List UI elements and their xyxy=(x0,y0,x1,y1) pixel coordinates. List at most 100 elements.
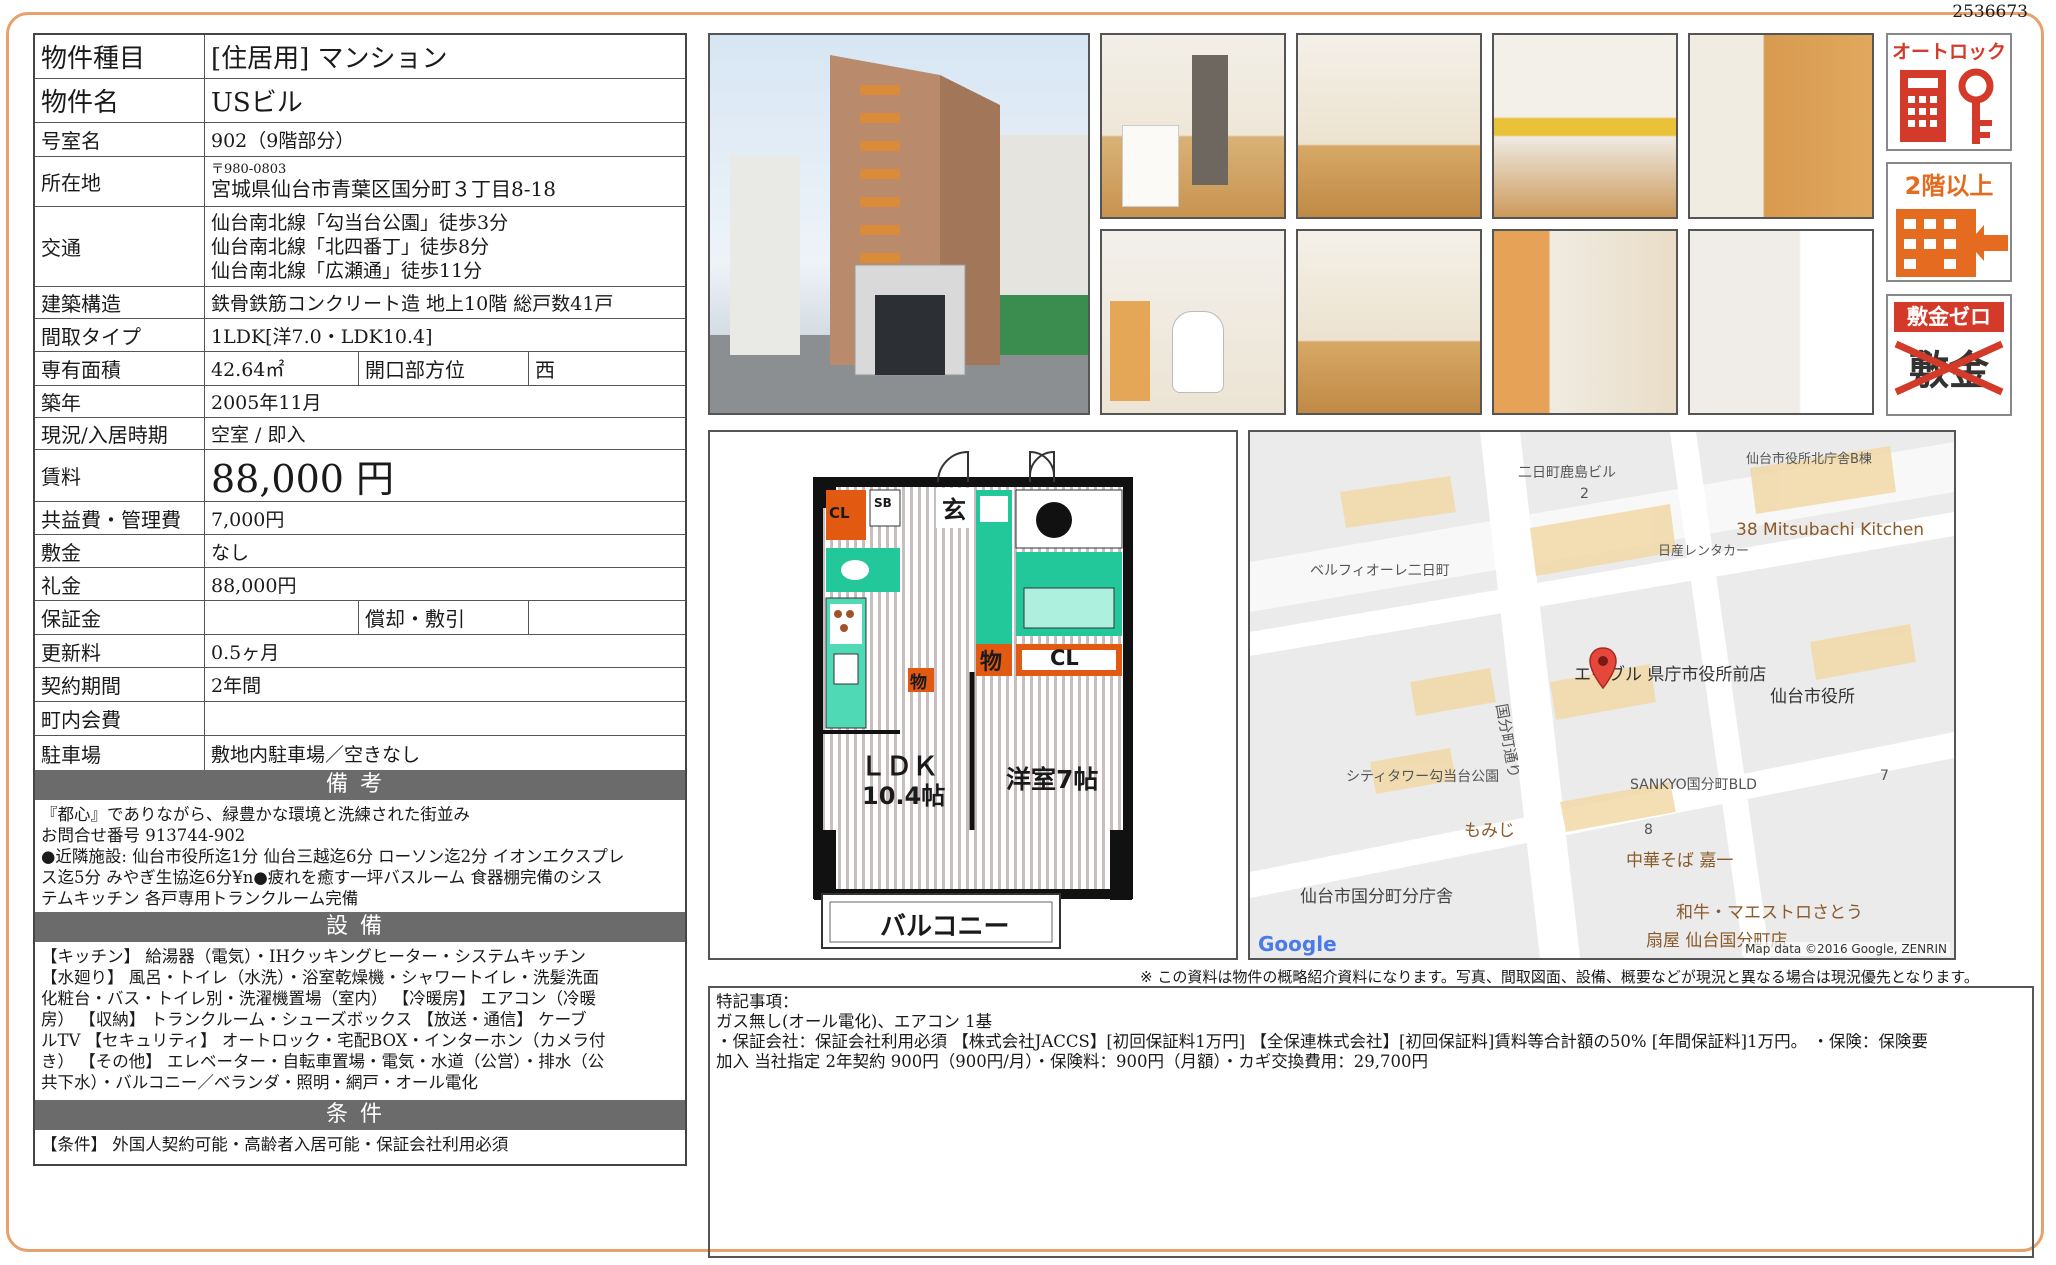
special-line: ・保証会社：保証会社利用必須 【株式会社JACCS】[初回保証料1万円] 【全保… xyxy=(716,1032,1928,1051)
document-id: 2536673 xyxy=(1952,2,2028,22)
row-keymoney: 礼金 88,000円 xyxy=(35,568,685,601)
label-type: 物件種目 xyxy=(35,35,205,78)
label-amortization: 償却・敷引 xyxy=(358,601,528,634)
facilities-line: ルTV 【セキュリティ】 オートロック・宅配BOX・インターホン（カメラ付 xyxy=(41,1031,606,1050)
map-label: 和牛・マエストロさとう xyxy=(1676,903,1863,923)
remarks-header: 備考 xyxy=(35,770,685,800)
remarks-line: テムキッチン 各戸専用トランクルーム完備 xyxy=(41,889,359,908)
value-type: [住居用] マンション xyxy=(211,44,448,74)
label-deposit: 敷金 xyxy=(35,535,205,567)
keypad-key-icon xyxy=(1900,68,1994,144)
value-structure: 鉄骨鉄筋コンクリート造 地上10階 総戸数41戸 xyxy=(211,293,614,315)
label-guarantee: 保証金 xyxy=(35,601,205,634)
second-floor-badge: 2階以上 xyxy=(1886,162,2012,282)
remarks-line: ス迄5分 みやぎ生協迄6分¥n●疲れを癒す一坪バスルーム 食器棚完備のシス xyxy=(41,868,603,887)
conditions-header: 条件 xyxy=(35,1100,685,1130)
value-guarantee xyxy=(205,601,358,634)
label-rent: 賃料 xyxy=(35,450,205,501)
shoe-box-shape xyxy=(1122,125,1179,207)
label-built: 築年 xyxy=(35,386,205,417)
row-area: 専有面積 42.64㎡ 開口部方位 西 xyxy=(35,352,685,386)
value-status: 空室 / 即入 xyxy=(211,424,306,446)
value-fee: 7,000円 xyxy=(211,508,285,531)
plan-cl1-label: CL xyxy=(829,504,850,522)
floor-label: 2階以上 xyxy=(1904,172,1994,200)
autolock-label: オートロック xyxy=(1891,41,2006,63)
value-keymoney: 88,000円 xyxy=(211,574,297,597)
row-type: 物件種目 [住居用] マンション xyxy=(35,35,685,79)
map-label: シティタワー勾当台公園 xyxy=(1346,769,1500,785)
label-room: 号室名 xyxy=(35,123,205,156)
map-label: ベルフィオーレ二日町 xyxy=(1310,563,1450,579)
special-line: 加入 当社指定 2年契約 900円（900円/月）・保険料：900円（月額）・カ… xyxy=(716,1052,1429,1071)
facilities-line: 房） 【収納】 トランクルーム・シューズボックス 【放送・通信】 ケーブ xyxy=(41,1010,587,1029)
row-town-fee: 町内会費 xyxy=(35,702,685,736)
row-contract: 契約期間 2年間 xyxy=(35,668,685,702)
row-address: 所在地 〒980-0803 宮城県仙台市青葉区国分町３丁目8-18 xyxy=(35,157,685,207)
value-direction: 西 xyxy=(528,352,685,385)
cabinet-shape xyxy=(1110,301,1150,401)
plan-storage1-label: 物 xyxy=(910,673,927,693)
map-label: 日産レンタカー xyxy=(1658,544,1750,559)
value-address: 〒980-0803 宮城県仙台市青葉区国分町３丁目8-18 xyxy=(205,157,685,206)
map-label: SANKYO国分町BLD xyxy=(1630,777,1757,793)
map-label: 仙台市役所 xyxy=(1770,687,1855,707)
washroom-photo xyxy=(1688,33,1874,219)
label-town-fee: 町内会費 xyxy=(35,702,205,735)
map-label: 38 Mitsubachi Kitchen xyxy=(1736,520,1925,540)
remarks-line: ●近隣施設: 仙台市役所迄1分 仙台三越迄6分 ローソン迄2分 イオンエクスプレ xyxy=(41,847,625,866)
remarks-text: 『都心』でありながら、緑豊かな環境と洗練された街並み お問合せ番号 913744… xyxy=(35,800,685,912)
remarks-line: 『都心』でありながら、緑豊かな環境と洗練された街並み xyxy=(41,805,470,824)
row-structure: 建築構造 鉄骨鉄筋コンクリート造 地上10階 総戸数41戸 xyxy=(35,287,685,319)
label-transport: 交通 xyxy=(35,207,205,286)
row-name: 物件名 USビル xyxy=(35,79,685,123)
building-arrow-icon xyxy=(1896,209,2008,277)
address-text: 宮城県仙台市青葉区国分町３丁目8-18 xyxy=(211,176,556,201)
row-renewal: 更新料 0.5ヶ月 xyxy=(35,635,685,668)
deposit-zero-badge: 敷金ゼロ 敷金 xyxy=(1886,294,2012,416)
value-rent: 88,000 円 xyxy=(211,457,395,501)
plan-cl2-label: CL xyxy=(1050,646,1079,670)
map-block-number: 8 xyxy=(1644,822,1653,838)
row-rent: 賃料 88,000 円 xyxy=(35,450,685,502)
value-amortization xyxy=(528,601,685,634)
facilities-header: 設備 xyxy=(35,912,685,942)
label-contract: 契約期間 xyxy=(35,668,205,701)
map-pin-icon xyxy=(1589,647,1617,690)
value-layout: 1LDK[洋7.0・LDK10.4] xyxy=(211,325,433,348)
google-logo: Google xyxy=(1258,932,1337,956)
row-parking: 駐車場 敷地内駐車場／空きなし xyxy=(35,736,685,770)
row-fee: 共益費・管理費 7,000円 xyxy=(35,502,685,535)
value-renewal: 0.5ヶ月 xyxy=(211,641,280,664)
label-direction: 開口部方位 xyxy=(358,352,528,385)
property-table: 物件種目 [住居用] マンション 物件名 USビル 号室名 902（9階部分） … xyxy=(33,33,687,1166)
cross-mark-icon xyxy=(1894,340,2004,396)
transport-line: 仙台南北線「北四番丁」徒歩8分 xyxy=(211,235,490,258)
label-parking: 駐車場 xyxy=(35,736,205,770)
value-name: USビル xyxy=(211,88,303,118)
entrance-photo xyxy=(1100,33,1286,219)
row-transport: 交通 仙台南北線「勾当台公園」徒歩3分 仙台南北線「北四番丁」徒歩8分 仙台南北… xyxy=(35,207,685,287)
label-structure: 建築構造 xyxy=(35,287,205,318)
map-attribution: Map data ©2016 Google, ZENRIN xyxy=(1742,942,1950,956)
toilet-photo xyxy=(1100,229,1286,415)
building-exterior-photo xyxy=(708,33,1090,415)
row-status: 現況/入居時期 空室 / 即入 xyxy=(35,418,685,450)
row-deposit: 敷金 なし xyxy=(35,535,685,568)
building-illustration xyxy=(710,55,1088,413)
label-renewal: 更新料 xyxy=(35,635,205,667)
autolock-badge: オートロック xyxy=(1886,33,2012,151)
storage-photo xyxy=(1688,229,1874,415)
map-label: 仙台市国分町分庁舎 xyxy=(1300,887,1453,907)
plan-entrance-label: 玄 xyxy=(942,495,966,524)
value-room: 902（9階部分） xyxy=(211,130,355,152)
deposit-crossed: 敷金 xyxy=(1888,338,2010,396)
label-area: 専有面積 xyxy=(35,352,205,385)
facilities-line: 共下水）・バルコニー／ベランダ・照明・網戸・オール電化 xyxy=(41,1073,478,1092)
label-address: 所在地 xyxy=(35,157,205,206)
special-line: ガス無し(オール電化)、エアコン 1基 xyxy=(716,1012,993,1031)
value-built: 2005年11月 xyxy=(211,392,322,414)
label-name: 物件名 xyxy=(35,79,205,122)
facilities-line: 【水廻り】 風呂・トイレ（水洗）・浴室乾燥機・シャワートイレ・洗髪洗面 xyxy=(41,968,599,987)
value-contract: 2年間 xyxy=(211,675,262,697)
